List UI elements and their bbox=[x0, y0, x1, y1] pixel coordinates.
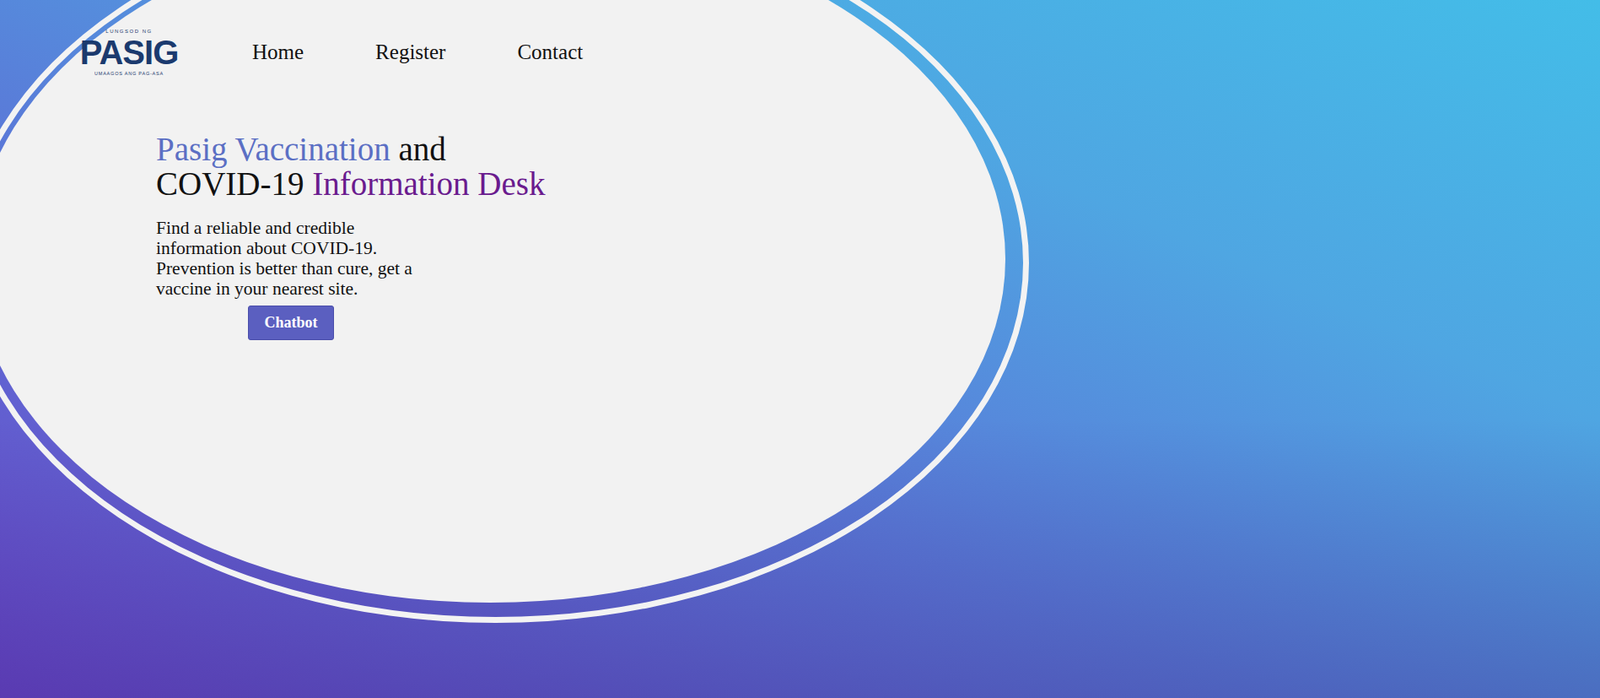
hero-description: Find a reliable and credible information… bbox=[156, 217, 426, 299]
pasig-logo[interactable]: LUNGSOD NGPASIGUMAAGOS ANG PAG-ASA bbox=[81, 28, 177, 76]
logo-name: PASIG bbox=[80, 33, 179, 71]
title-line: Pasig Vaccination and bbox=[156, 131, 1600, 167]
title-part: Information Desk bbox=[312, 165, 545, 202]
header: LUNGSOD NGPASIGUMAAGOS ANG PAG-ASA Home Re… bbox=[0, 0, 1600, 76]
logo-bottom-text: UMAAGOS ANG PAG-ASA bbox=[94, 70, 164, 76]
landing-page: LUNGSOD NGPASIGUMAAGOS ANG PAG-ASA Home Re… bbox=[0, 0, 1600, 698]
title-line: COVID-19 Information Desk bbox=[156, 166, 1600, 201]
logo-top-text: LUNGSOD NG bbox=[105, 28, 152, 34]
nav-link[interactable]: Home bbox=[252, 40, 304, 65]
nav-link[interactable]: Register bbox=[375, 40, 446, 65]
title-part: Pasig Vaccination bbox=[156, 130, 391, 168]
title-part: and bbox=[390, 130, 447, 168]
nav: Home Register Contact bbox=[252, 40, 583, 65]
hero: Pasig Vaccination andCOVID-19 Informatio… bbox=[0, 75, 1600, 340]
chatbot-button[interactable]: Chatbot bbox=[247, 305, 334, 340]
nav-link[interactable]: Contact bbox=[517, 40, 583, 65]
title-part: COVID-19 bbox=[156, 165, 313, 202]
hero-title: Pasig Vaccination andCOVID-19 Informatio… bbox=[156, 131, 1600, 201]
